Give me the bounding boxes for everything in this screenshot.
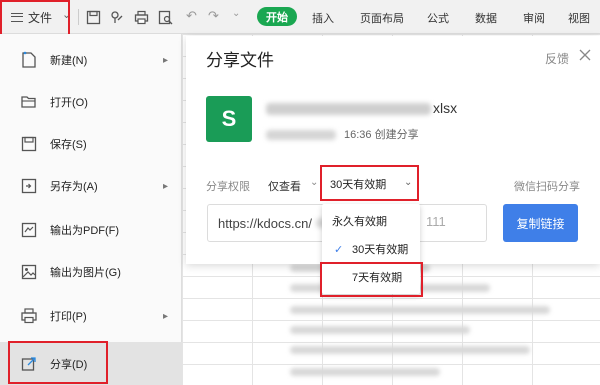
spreadsheet-app-icon: S — [206, 96, 252, 142]
menu-item-label: 打印(P) — [50, 311, 87, 323]
menu-item-new[interactable]: 新建(N) ▸ — [0, 40, 182, 80]
printer-icon[interactable] — [132, 8, 150, 26]
save-icon — [18, 133, 40, 155]
file-meta: 16:36 创建分享 — [266, 126, 419, 142]
share-created-time: 16:36 创建分享 — [344, 129, 419, 141]
validity-highlight — [320, 165, 419, 201]
file-menu: 新建(N) ▸ 打开(O) 保存(S) 另存为(A) ▸ 输出为PDF(F) 输… — [0, 34, 182, 385]
menu-item-label: 另存为(A) — [50, 181, 98, 193]
submenu-arrow-icon: ▸ — [163, 180, 169, 192]
tab-home[interactable]: 开始 — [257, 7, 297, 26]
menu-item-label: 保存(S) — [50, 139, 87, 151]
menu-item-save-as[interactable]: 另存为(A) ▸ — [0, 166, 182, 206]
menu-item-open[interactable]: 打开(O) — [0, 82, 182, 122]
share-permission-label: 分享权限 — [206, 181, 250, 193]
chevron-down-icon[interactable]: ⌄ — [232, 8, 240, 19]
image-export-icon — [18, 261, 40, 283]
export-icon[interactable] — [108, 8, 126, 26]
tab-page-layout[interactable]: 页面布局 — [360, 10, 404, 26]
submenu-arrow-icon: ▸ — [163, 54, 169, 66]
feedback-link[interactable]: 反馈 — [545, 50, 569, 67]
folder-open-icon — [18, 91, 40, 113]
check-icon: ✓ — [334, 243, 344, 256]
close-icon[interactable] — [577, 47, 593, 63]
copy-link-button[interactable]: 复制链接 — [503, 204, 578, 242]
option-highlight — [320, 262, 423, 297]
toolbar-divider — [78, 9, 79, 25]
share-item-highlight — [8, 341, 108, 384]
blurred-content — [290, 346, 530, 354]
panel-title: 分享文件 — [206, 51, 274, 70]
blurred-owner — [266, 130, 336, 141]
submenu-arrow-icon: ▸ — [163, 310, 169, 322]
dropdown-option-30-days[interactable]: ✓ 30天有效期 — [322, 236, 420, 262]
permission-select[interactable]: 仅查看 — [268, 178, 301, 194]
undo-icon[interactable]: ↶ — [186, 8, 197, 24]
menu-item-export-pdf[interactable]: 输出为PDF(F) — [0, 210, 182, 250]
printer-icon — [18, 305, 40, 327]
menu-item-label: 输出为PDF(F) — [50, 225, 120, 237]
dropdown-option-permanent[interactable]: 永久有效期 — [322, 208, 420, 234]
menu-item-label: 新建(N) — [50, 55, 88, 67]
menu-item-save[interactable]: 保存(S) — [0, 124, 182, 164]
redo-icon[interactable]: ↷ — [208, 8, 219, 24]
print-preview-icon[interactable] — [156, 8, 174, 26]
logo-letter: S — [222, 106, 237, 131]
blurred-content — [290, 306, 550, 314]
option-label: 永久有效期 — [332, 216, 387, 228]
blurred-content — [290, 368, 440, 376]
tab-insert[interactable]: 插入 — [312, 10, 334, 26]
menu-item-label: 打开(O) — [50, 97, 88, 109]
tab-data[interactable]: 数据 — [475, 10, 497, 26]
menu-item-label: 输出为图片(G) — [50, 267, 121, 279]
blurred-file-name — [266, 103, 431, 116]
menu-item-print[interactable]: 打印(P) ▸ — [0, 296, 182, 336]
menu-item-export-image[interactable]: 输出为图片(G) — [0, 252, 182, 292]
pdf-export-icon — [18, 219, 40, 241]
tab-review[interactable]: 审阅 — [523, 10, 545, 26]
tab-view[interactable]: 视图 — [568, 10, 590, 26]
chevron-down-icon[interactable]: ⌄ — [310, 177, 318, 188]
option-label: 30天有效期 — [352, 244, 409, 256]
file-extension: xlsx — [433, 100, 458, 116]
wechat-share-link[interactable]: 微信扫码分享 — [514, 178, 580, 194]
top-toolbar: 文件 ⌄ ↶ ↷ ⌄ 开始 插入 页面布局 公式 数据 审阅 视图 — [0, 0, 600, 34]
save-icon[interactable] — [84, 8, 102, 26]
save-as-icon — [18, 175, 40, 197]
tab-formula[interactable]: 公式 — [427, 10, 449, 26]
new-file-icon — [18, 49, 40, 71]
blurred-content — [290, 326, 470, 334]
file-name: xlsx — [266, 100, 457, 116]
link-suffix: 111 — [426, 214, 446, 229]
